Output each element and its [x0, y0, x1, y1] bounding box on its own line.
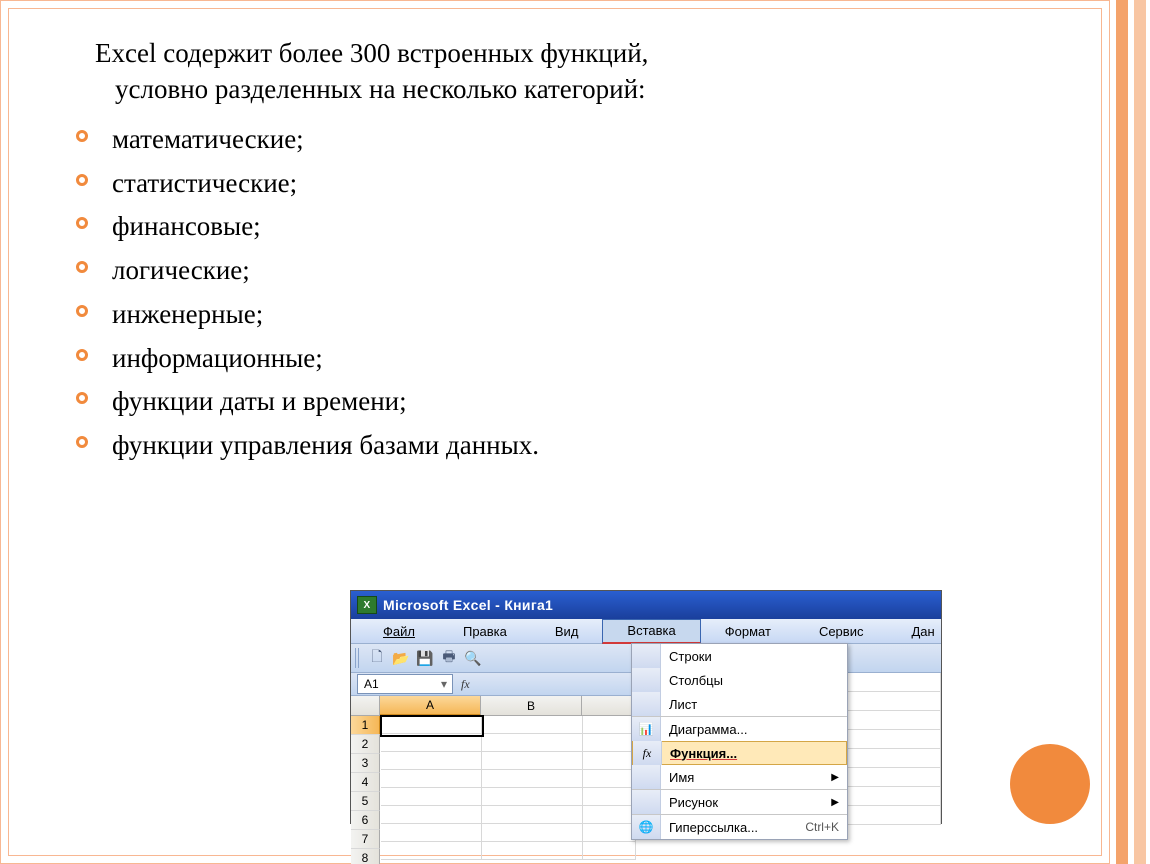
menu-data-label: Дан	[899, 619, 946, 643]
menu-edit[interactable]: Правка	[439, 619, 531, 643]
new-file-icon[interactable]: 🗋	[367, 648, 387, 668]
keyboard-shortcut: Ctrl+K	[805, 820, 839, 834]
submenu-arrow-icon: ▶	[831, 797, 839, 808]
function-fx-icon: fx	[633, 741, 662, 765]
intro-line-1: Excel содержит более 300 встроенных функ…	[95, 38, 648, 68]
row-header[interactable]: 2	[351, 735, 380, 754]
col-header-a[interactable]: A	[380, 696, 481, 716]
blank-icon	[632, 644, 661, 668]
menu-item-label: Строки	[661, 649, 847, 664]
print-icon[interactable]: 🖶	[439, 648, 459, 668]
menu-item-function[interactable]: fx Функция...	[632, 741, 847, 765]
menu-format[interactable]: Формат	[701, 619, 795, 643]
list-item: математические;	[68, 118, 1070, 162]
decor-stripe-1	[1116, 0, 1128, 864]
menu-file-label: Файл	[383, 624, 415, 639]
row-header[interactable]: 6	[351, 811, 380, 830]
menu-view[interactable]: Вид	[531, 619, 603, 643]
excel-screenshot: X Microsoft Excel - Книга1 Файл Правка В…	[350, 590, 942, 824]
dropdown-arrow-icon[interactable]: ▾	[436, 677, 452, 691]
name-box[interactable]: A1 ▾	[357, 674, 453, 694]
name-box-value: A1	[364, 677, 379, 691]
window-title: Microsoft Excel - Книга1	[383, 597, 553, 613]
menu-edit-label: Правка	[451, 619, 519, 643]
menu-item-label: Имя	[661, 770, 847, 785]
menu-format-label: Формат	[713, 619, 783, 643]
row-header[interactable]: 7	[351, 830, 380, 849]
excel-app-icon: X	[357, 596, 377, 614]
menu-item-label: Лист	[661, 697, 847, 712]
row-header[interactable]: 3	[351, 754, 380, 773]
menu-tools[interactable]: Сервис	[795, 619, 888, 643]
menu-data[interactable]: Дан	[887, 619, 958, 643]
menu-bar: Файл Правка Вид Вставка Формат Сервис Да…	[351, 619, 941, 644]
menu-item-chart[interactable]: 📊 Диаграмма...	[632, 716, 847, 741]
save-icon[interactable]: 💾	[415, 648, 435, 668]
menu-item-sheet[interactable]: Лист	[632, 692, 847, 716]
insert-menu-dropdown: Строки Столбцы Лист 📊 Диаграмма... fx Фу…	[631, 643, 848, 840]
list-item: информационные;	[68, 337, 1070, 381]
row-header[interactable]: 4	[351, 773, 380, 792]
menu-item-name[interactable]: Имя ▶	[632, 765, 847, 789]
blank-icon	[632, 765, 661, 789]
toolbar-grip-icon[interactable]	[355, 648, 361, 668]
menu-item-label: Диаграмма...	[661, 722, 847, 737]
menu-item-label: Функция...	[662, 746, 846, 761]
category-list: математические; статистические; финансов…	[68, 118, 1070, 468]
menu-insert[interactable]: Вставка	[602, 619, 700, 644]
col-header-b[interactable]: B	[481, 696, 582, 716]
fx-label[interactable]: fx	[461, 677, 470, 692]
list-item: инженерные;	[68, 293, 1070, 337]
list-item: функции даты и времени;	[68, 380, 1070, 424]
window-titlebar: X Microsoft Excel - Книга1	[351, 591, 941, 619]
menu-view-label: Вид	[543, 619, 591, 643]
menu-file[interactable]: Файл	[359, 619, 439, 643]
decor-stripe-2	[1134, 0, 1146, 864]
intro-paragraph: Excel содержит более 300 встроенных функ…	[95, 35, 1070, 108]
submenu-arrow-icon: ▶	[831, 772, 839, 783]
list-item: статистические;	[68, 162, 1070, 206]
menu-item-label: Столбцы	[661, 673, 847, 688]
menu-item-label: Рисунок	[661, 795, 847, 810]
select-all-corner[interactable]	[351, 696, 380, 716]
menu-insert-label: Вставка	[615, 619, 687, 643]
slide: Excel содержит более 300 встроенных функ…	[0, 0, 1150, 864]
list-item: финансовые;	[68, 205, 1070, 249]
menu-tools-label: Сервис	[807, 619, 876, 643]
grid-right-part[interactable]	[846, 673, 941, 823]
list-item: функции управления базами данных.	[68, 424, 1070, 468]
hyperlink-icon: 🌐	[632, 815, 661, 839]
menu-item-rows[interactable]: Строки	[632, 644, 847, 668]
row-header[interactable]: 1	[351, 716, 381, 735]
list-item: логические;	[68, 249, 1070, 293]
open-file-icon[interactable]: 📂	[391, 648, 411, 668]
blank-icon	[632, 692, 661, 716]
row-header[interactable]: 5	[351, 792, 380, 811]
menu-item-picture[interactable]: Рисунок ▶	[632, 789, 847, 814]
blank-icon	[632, 790, 661, 814]
content-block: Excel содержит более 300 встроенных функ…	[60, 35, 1070, 468]
decor-circle	[1010, 744, 1090, 824]
row-header[interactable]: 8	[351, 849, 380, 864]
intro-line-2: условно разделенных на несколько категор…	[115, 71, 1070, 107]
col-header-empty[interactable]	[582, 696, 635, 716]
blank-icon	[632, 668, 661, 692]
print-preview-icon[interactable]: 🔍	[463, 648, 483, 668]
menu-item-columns[interactable]: Столбцы	[632, 668, 847, 692]
menu-item-hyperlink[interactable]: 🌐 Гиперссылка... Ctrl+K	[632, 814, 847, 839]
row-headers: 1 2 3 4 5 6 7 8	[351, 716, 381, 864]
chart-icon: 📊	[632, 717, 661, 741]
